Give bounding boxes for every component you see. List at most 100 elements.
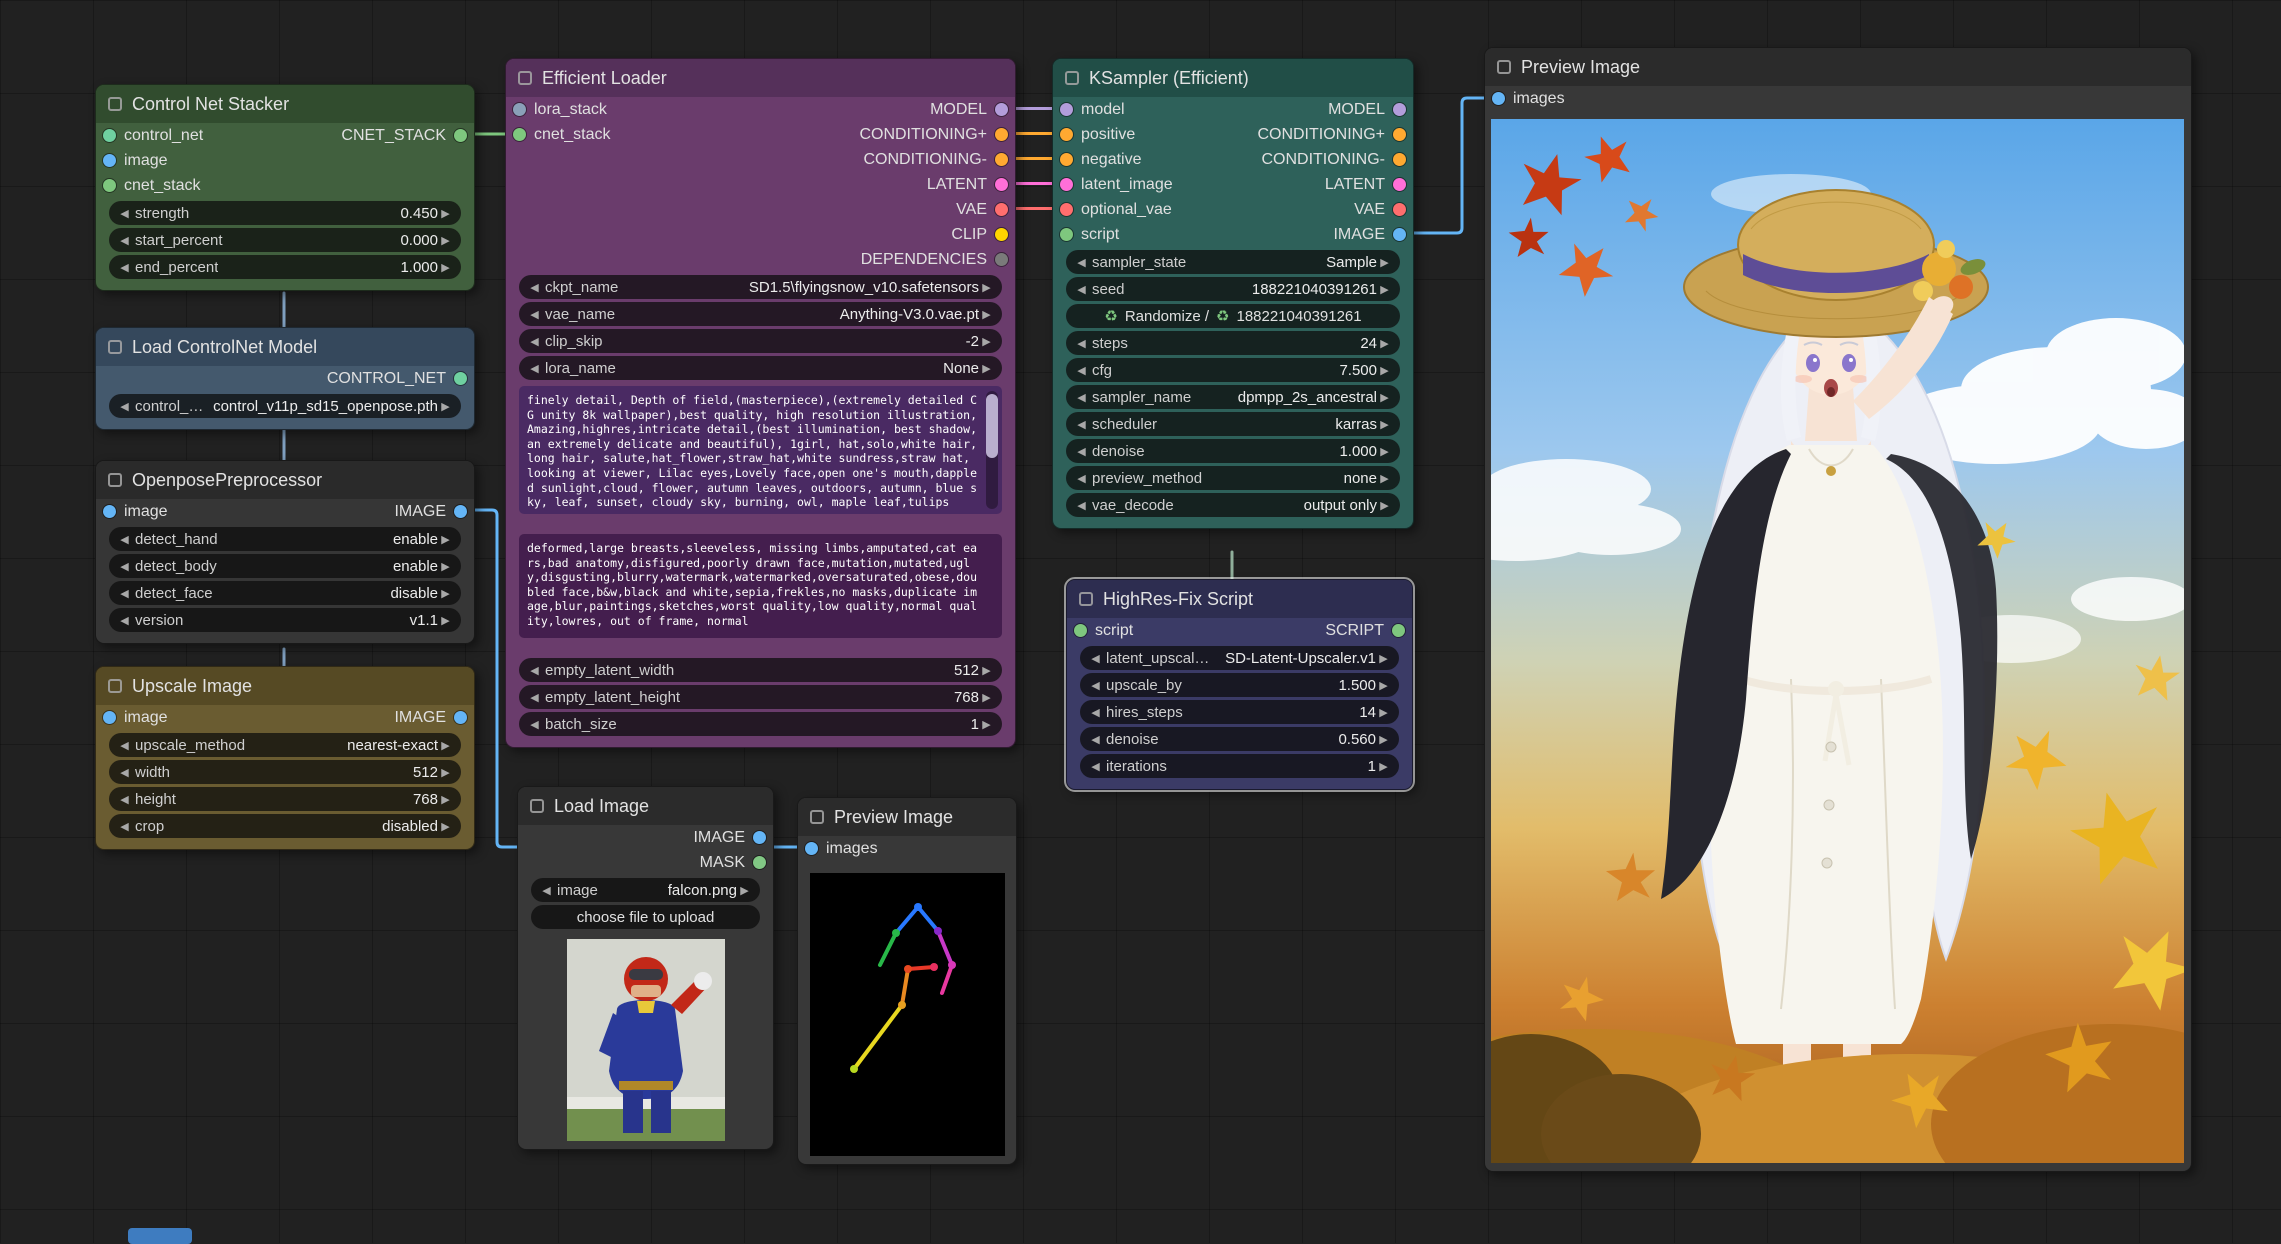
widget-crop[interactable]: ◀ crop disabled ▶ (109, 814, 461, 838)
image-input-port[interactable] (103, 505, 116, 518)
node-titlebar[interactable]: Load Image (518, 787, 773, 825)
increment-arrow-icon[interactable]: ▶ (438, 261, 453, 274)
graph-canvas[interactable]: Control Net Stacker control_net CNET_STA… (0, 0, 2281, 1243)
increment-arrow-icon[interactable]: ▶ (979, 718, 994, 731)
widget-width[interactable]: ◀ width 512 ▶ (109, 760, 461, 784)
node-titlebar[interactable]: Control Net Stacker (96, 85, 474, 123)
widget-end-percent[interactable]: ◀ end_percent 1.000 ▶ (109, 255, 461, 279)
latent-output-port[interactable] (1393, 178, 1406, 191)
script-input-port[interactable] (1060, 228, 1073, 241)
increment-arrow-icon[interactable]: ▶ (438, 533, 453, 546)
increment-arrow-icon[interactable]: ▶ (1376, 760, 1391, 773)
increment-arrow-icon[interactable]: ▶ (1377, 337, 1392, 350)
conditioning-minus-output-port[interactable] (1393, 153, 1406, 166)
widget-hr-denoise[interactable]: ◀ denoise 0.560 ▶ (1080, 727, 1399, 751)
decrement-arrow-icon[interactable]: ◀ (117, 560, 132, 573)
widget-start-percent[interactable]: ◀ start_percent 0.000 ▶ (109, 228, 461, 252)
prompt-scrollbar-thumb[interactable] (986, 394, 998, 458)
decrement-arrow-icon[interactable]: ◀ (117, 261, 132, 274)
conditioning-plus-output-port[interactable] (1393, 128, 1406, 141)
increment-arrow-icon[interactable]: ▶ (979, 308, 994, 321)
decrement-arrow-icon[interactable]: ◀ (117, 820, 132, 833)
decrement-arrow-icon[interactable]: ◀ (117, 739, 132, 752)
increment-arrow-icon[interactable]: ▶ (438, 234, 453, 247)
collapse-icon[interactable] (1079, 592, 1093, 606)
widget-vae-decode[interactable]: ◀ vae_decode output only ▶ (1066, 493, 1400, 517)
widget-vae-name[interactable]: ◀ vae_name Anything-V3.0.vae.pt ▶ (519, 302, 1002, 326)
widget-empty-latent-width[interactable]: ◀ empty_latent_width 512 ▶ (519, 658, 1002, 682)
node-titlebar[interactable]: KSampler (Efficient) (1053, 59, 1413, 97)
widget-upscale-method[interactable]: ◀ upscale_method nearest-exact ▶ (109, 733, 461, 757)
conditioning-plus-output-port[interactable] (995, 128, 1008, 141)
collapse-icon[interactable] (108, 679, 122, 693)
increment-arrow-icon[interactable]: ▶ (438, 207, 453, 220)
widget-image-file[interactable]: ◀ image falcon.png ▶ (531, 878, 760, 902)
decrement-arrow-icon[interactable]: ◀ (1074, 364, 1089, 377)
increment-arrow-icon[interactable]: ▶ (1377, 472, 1392, 485)
vae-output-port[interactable] (995, 203, 1008, 216)
positive-input-port[interactable] (1060, 128, 1073, 141)
model-output-port[interactable] (995, 103, 1008, 116)
decrement-arrow-icon[interactable]: ◀ (117, 587, 132, 600)
decrement-arrow-icon[interactable]: ◀ (117, 234, 132, 247)
increment-arrow-icon[interactable]: ▶ (979, 281, 994, 294)
decrement-arrow-icon[interactable]: ◀ (117, 400, 132, 413)
node-titlebar[interactable]: OpenposePreprocessor (96, 461, 474, 499)
widget-latent-upscaler[interactable]: ◀ latent_upscale_method SD-Latent-Upscal… (1080, 646, 1399, 670)
widget-seed[interactable]: ◀ seed 188221040391261 ▶ (1066, 277, 1400, 301)
widget-detect-hand[interactable]: ◀ detect_hand enable ▶ (109, 527, 461, 551)
increment-arrow-icon[interactable]: ▶ (737, 884, 752, 897)
decrement-arrow-icon[interactable]: ◀ (1074, 337, 1089, 350)
widget-batch-size[interactable]: ◀ batch_size 1 ▶ (519, 712, 1002, 736)
increment-arrow-icon[interactable]: ▶ (1377, 391, 1392, 404)
increment-arrow-icon[interactable]: ▶ (1377, 364, 1392, 377)
dependencies-output-port[interactable] (995, 253, 1008, 266)
images-input-port[interactable] (805, 842, 818, 855)
script-output-port[interactable] (1392, 624, 1405, 637)
model-input-port[interactable] (1060, 103, 1073, 116)
negative-prompt-textarea[interactable]: deformed,large breasts,sleeveless, missi… (519, 534, 1002, 638)
widget-steps[interactable]: ◀ steps 24 ▶ (1066, 331, 1400, 355)
decrement-arrow-icon[interactable]: ◀ (1074, 256, 1089, 269)
increment-arrow-icon[interactable]: ▶ (1377, 418, 1392, 431)
collapse-icon[interactable] (810, 810, 824, 824)
increment-arrow-icon[interactable]: ▶ (1377, 256, 1392, 269)
increment-arrow-icon[interactable]: ▶ (438, 400, 453, 413)
increment-arrow-icon[interactable]: ▶ (1376, 679, 1391, 692)
decrement-arrow-icon[interactable]: ◀ (117, 207, 132, 220)
decrement-arrow-icon[interactable]: ◀ (527, 664, 542, 677)
decrement-arrow-icon[interactable]: ◀ (527, 362, 542, 375)
widget-denoise[interactable]: ◀ denoise 1.000 ▶ (1066, 439, 1400, 463)
cnet-stack-input-port[interactable] (513, 128, 526, 141)
collapse-icon[interactable] (108, 473, 122, 487)
widget-detect-face[interactable]: ◀ detect_face disable ▶ (109, 581, 461, 605)
decrement-arrow-icon[interactable]: ◀ (1088, 760, 1103, 773)
node-titlebar[interactable]: HighRes-Fix Script (1067, 580, 1412, 618)
lora-stack-input-port[interactable] (513, 103, 526, 116)
choose-file-button[interactable]: choose file to upload (531, 905, 760, 929)
increment-arrow-icon[interactable]: ▶ (979, 335, 994, 348)
collapse-icon[interactable] (108, 340, 122, 354)
positive-prompt-textarea[interactable]: finely detail, Depth of field,(masterpie… (519, 386, 1002, 514)
widget-ckpt-name[interactable]: ◀ ckpt_name SD1.5\flyingsnow_v10.safeten… (519, 275, 1002, 299)
collapse-icon[interactable] (1497, 60, 1511, 74)
collapse-icon[interactable] (1065, 71, 1079, 85)
widget-scheduler[interactable]: ◀ scheduler karras ▶ (1066, 412, 1400, 436)
images-input-port[interactable] (1492, 92, 1505, 105)
increment-arrow-icon[interactable]: ▶ (438, 820, 453, 833)
widget-version[interactable]: ◀ version v1.1 ▶ (109, 608, 461, 632)
minimized-node-bar[interactable] (128, 1228, 192, 1244)
increment-arrow-icon[interactable]: ▶ (1377, 499, 1392, 512)
increment-arrow-icon[interactable]: ▶ (979, 362, 994, 375)
decrement-arrow-icon[interactable]: ◀ (527, 691, 542, 704)
mask-output-port[interactable] (753, 856, 766, 869)
negative-input-port[interactable] (1060, 153, 1073, 166)
randomize-seed-button[interactable]: ♻ Randomize / ♻ 188221040391261 (1066, 304, 1400, 328)
increment-arrow-icon[interactable]: ▶ (1377, 283, 1392, 296)
vae-output-port[interactable] (1393, 203, 1406, 216)
decrement-arrow-icon[interactable]: ◀ (527, 718, 542, 731)
decrement-arrow-icon[interactable]: ◀ (527, 308, 542, 321)
conditioning-minus-output-port[interactable] (995, 153, 1008, 166)
collapse-icon[interactable] (530, 799, 544, 813)
decrement-arrow-icon[interactable]: ◀ (1074, 391, 1089, 404)
